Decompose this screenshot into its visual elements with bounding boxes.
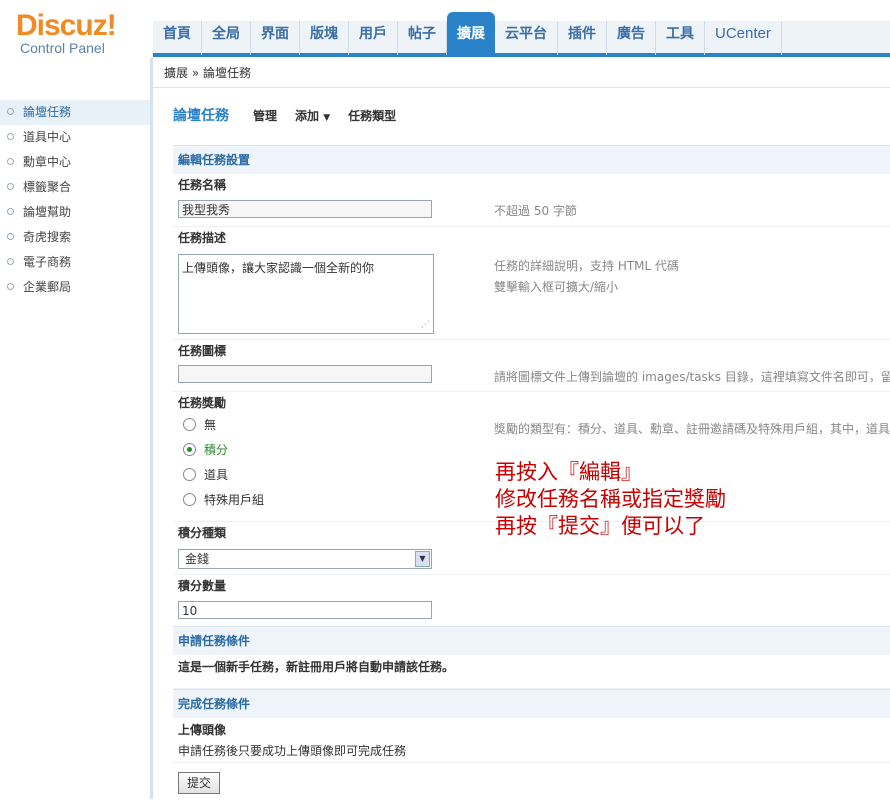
task-reward-tip: 獎勵的類型有：積分、道具、勳章、註冊邀請碼及特殊用戶組，其中，道具 bbox=[494, 422, 890, 436]
dropdown-arrow-icon: ▼ bbox=[323, 112, 331, 123]
task-desc-value: 上傳頭像，讓大家認識一個全新的你 bbox=[182, 261, 375, 275]
nav-tools[interactable]: 工具 bbox=[656, 21, 705, 55]
tab-add-label: 添加 bbox=[295, 108, 320, 123]
sidebar-item-search[interactable]: 奇虎搜索 bbox=[0, 225, 150, 250]
credit-type-value: 金錢 bbox=[185, 552, 210, 566]
field-task-desc: 任務描述 上傳頭像，讓大家認識一個全新的你 ⋰ 任務的詳細說明，支持 HTML … bbox=[173, 227, 890, 340]
main-content: 論壇任務 管理 添加 ▼ 任務類型 編輯任務設置 任務名稱 我型我秀 不超過 5… bbox=[173, 95, 890, 803]
radio-icon bbox=[183, 418, 196, 431]
annotation-line-1: 再按入『編輯』 bbox=[495, 460, 642, 484]
tab-add[interactable]: 添加 ▼ bbox=[295, 107, 330, 124]
task-icon-label: 任務圖標 bbox=[178, 344, 227, 358]
nav-plugins[interactable]: 插件 bbox=[558, 21, 607, 55]
field-task-name: 任務名稱 我型我秀 不超過 50 字節 bbox=[173, 174, 890, 227]
task-reward-label: 任務獎勵 bbox=[178, 396, 227, 410]
radio-label: 特殊用戶組 bbox=[204, 493, 265, 507]
nav-ucenter[interactable]: UCenter bbox=[705, 21, 782, 55]
sidebar-item-label: 電子商務 bbox=[23, 255, 72, 269]
task-desc-textarea[interactable]: 上傳頭像，讓大家認識一個全新的你 ⋰ bbox=[178, 254, 434, 334]
task-desc-label: 任務描述 bbox=[178, 231, 227, 245]
task-desc-tip1: 任務的詳細說明，支持 HTML 代碼 bbox=[494, 259, 680, 273]
nav-ads[interactable]: 廣告 bbox=[607, 21, 656, 55]
task-name-input[interactable]: 我型我秀 bbox=[178, 200, 432, 218]
sidebar-item-label: 企業郵局 bbox=[23, 280, 72, 294]
annotation-line-3: 再按『提交』便可以了 bbox=[495, 514, 705, 538]
sidebar-item-label: 道具中心 bbox=[23, 130, 72, 144]
breadcrumb-bar: 擴展 » 論壇任務 bbox=[153, 59, 890, 88]
logo-sub-text: Control Panel bbox=[20, 40, 105, 56]
reward-option-props[interactable]: 道具 bbox=[183, 466, 228, 483]
tab-bar: 論壇任務 管理 添加 ▼ 任務類型 bbox=[173, 95, 890, 135]
sidebar-item-props[interactable]: 道具中心 bbox=[0, 125, 150, 150]
tab-manage[interactable]: 管理 bbox=[253, 107, 277, 124]
logo-main-text: Discuz! bbox=[16, 9, 117, 42]
sidebar-item-mail[interactable]: 企業郵局 bbox=[0, 275, 150, 300]
sidebar-item-ecommerce[interactable]: 電子商務 bbox=[0, 250, 150, 275]
sidebar-item-tags[interactable]: 標籤聚合 bbox=[0, 175, 150, 200]
sidebar-item-label: 勳章中心 bbox=[23, 155, 72, 169]
radio-label: 積分 bbox=[204, 443, 229, 457]
sidebar-item-label: 論壇幫助 bbox=[23, 205, 72, 219]
task-icon-input[interactable] bbox=[178, 365, 432, 383]
nav-posts[interactable]: 帖子 bbox=[398, 21, 447, 55]
nav-home[interactable]: 首頁 bbox=[153, 21, 202, 55]
complete-condition-text: 申請任務後只要成功上傳頭像即可完成任務 bbox=[173, 741, 890, 763]
task-icon-tip: 請將圖標文件上傳到論壇的 images/tasks 目錄，這裡填寫文件名即可，留 bbox=[494, 370, 890, 384]
bullet-icon bbox=[7, 233, 14, 240]
discuz-logo[interactable]: Discuz! Control Panel bbox=[16, 9, 117, 57]
annotation-overlay: 再按入『編輯』 修改任務名稱或指定獎勵 再按『提交』便可以了 bbox=[495, 459, 726, 540]
top-nav: 首頁 全局 界面 版塊 用戶 帖子 擴展 云平台 插件 廣告 工具 UCente… bbox=[153, 12, 782, 55]
nav-users[interactable]: 用戶 bbox=[349, 21, 398, 55]
section-complete-header: 完成任務條件 bbox=[173, 689, 890, 718]
section-apply-header: 申請任務條件 bbox=[173, 626, 890, 655]
section-edit-header: 編輯任務設置 bbox=[173, 145, 890, 174]
resize-grip-icon[interactable]: ⋰ bbox=[421, 320, 430, 330]
nav-interface[interactable]: 界面 bbox=[251, 21, 300, 55]
task-name-tip: 不超過 50 字節 bbox=[494, 204, 577, 218]
tab-types[interactable]: 任務類型 bbox=[348, 107, 396, 124]
sidebar-item-label: 奇虎搜索 bbox=[23, 230, 72, 244]
reward-option-none[interactable]: 無 bbox=[183, 416, 216, 433]
bullet-icon bbox=[7, 133, 14, 140]
sidebar-item-medals[interactable]: 勳章中心 bbox=[0, 150, 150, 175]
bullet-icon bbox=[7, 158, 14, 165]
submit-button[interactable]: 提交 bbox=[178, 772, 220, 794]
breadcrumb: 擴展 » 論壇任務 bbox=[164, 66, 251, 80]
sidebar-item-help[interactable]: 論壇幫助 bbox=[0, 200, 150, 225]
radio-label: 無 bbox=[204, 418, 217, 432]
bullet-icon bbox=[7, 283, 14, 290]
credit-type-select[interactable]: 金錢 ▼ bbox=[178, 549, 432, 569]
task-desc-tip2: 雙擊輸入框可擴大/縮小 bbox=[494, 280, 619, 294]
page-title: 論壇任務 bbox=[173, 108, 229, 124]
reward-option-credits[interactable]: 積分 bbox=[183, 441, 228, 458]
radio-icon bbox=[183, 468, 196, 481]
complete-condition-label: 上傳頭像 bbox=[178, 723, 227, 737]
sidebar-item-forum-tasks[interactable]: 論壇任務 bbox=[0, 100, 150, 125]
bullet-icon bbox=[7, 258, 14, 265]
reward-option-usergroup[interactable]: 特殊用戶組 bbox=[183, 491, 264, 508]
radio-icon bbox=[183, 493, 196, 506]
radio-checked-icon bbox=[183, 443, 196, 456]
nav-cloud[interactable]: 云平台 bbox=[495, 21, 558, 55]
sidebar-item-label: 標籤聚合 bbox=[23, 180, 72, 194]
bullet-icon bbox=[7, 183, 14, 190]
bullet-icon bbox=[7, 208, 14, 215]
field-task-icon: 任務圖標 請將圖標文件上傳到論壇的 images/tasks 目錄，這裡填寫文件… bbox=[173, 340, 890, 392]
credit-amount-label: 積分數量 bbox=[178, 579, 227, 593]
annotation-line-2: 修改任務名稱或指定獎勵 bbox=[495, 487, 726, 511]
field-credit-amount: 積分數量 10 bbox=[173, 575, 890, 626]
sidebar-item-label: 論壇任務 bbox=[23, 105, 72, 119]
chevron-down-icon[interactable]: ▼ bbox=[415, 551, 430, 567]
bullet-icon bbox=[7, 108, 14, 115]
apply-condition-text: 這是一個新手任務，新註冊用戶將自動申請該任務。 bbox=[178, 660, 455, 674]
nav-extensions[interactable]: 擴展 bbox=[447, 12, 495, 55]
credit-amount-input[interactable]: 10 bbox=[178, 601, 432, 619]
task-name-label: 任務名稱 bbox=[178, 178, 227, 192]
sidebar: 論壇任務 道具中心 勳章中心 標籤聚合 論壇幫助 奇虎搜索 電子商務 企業郵局 bbox=[0, 58, 153, 799]
nav-global[interactable]: 全局 bbox=[202, 21, 251, 55]
radio-label: 道具 bbox=[204, 468, 229, 482]
nav-forums[interactable]: 版塊 bbox=[300, 21, 349, 55]
